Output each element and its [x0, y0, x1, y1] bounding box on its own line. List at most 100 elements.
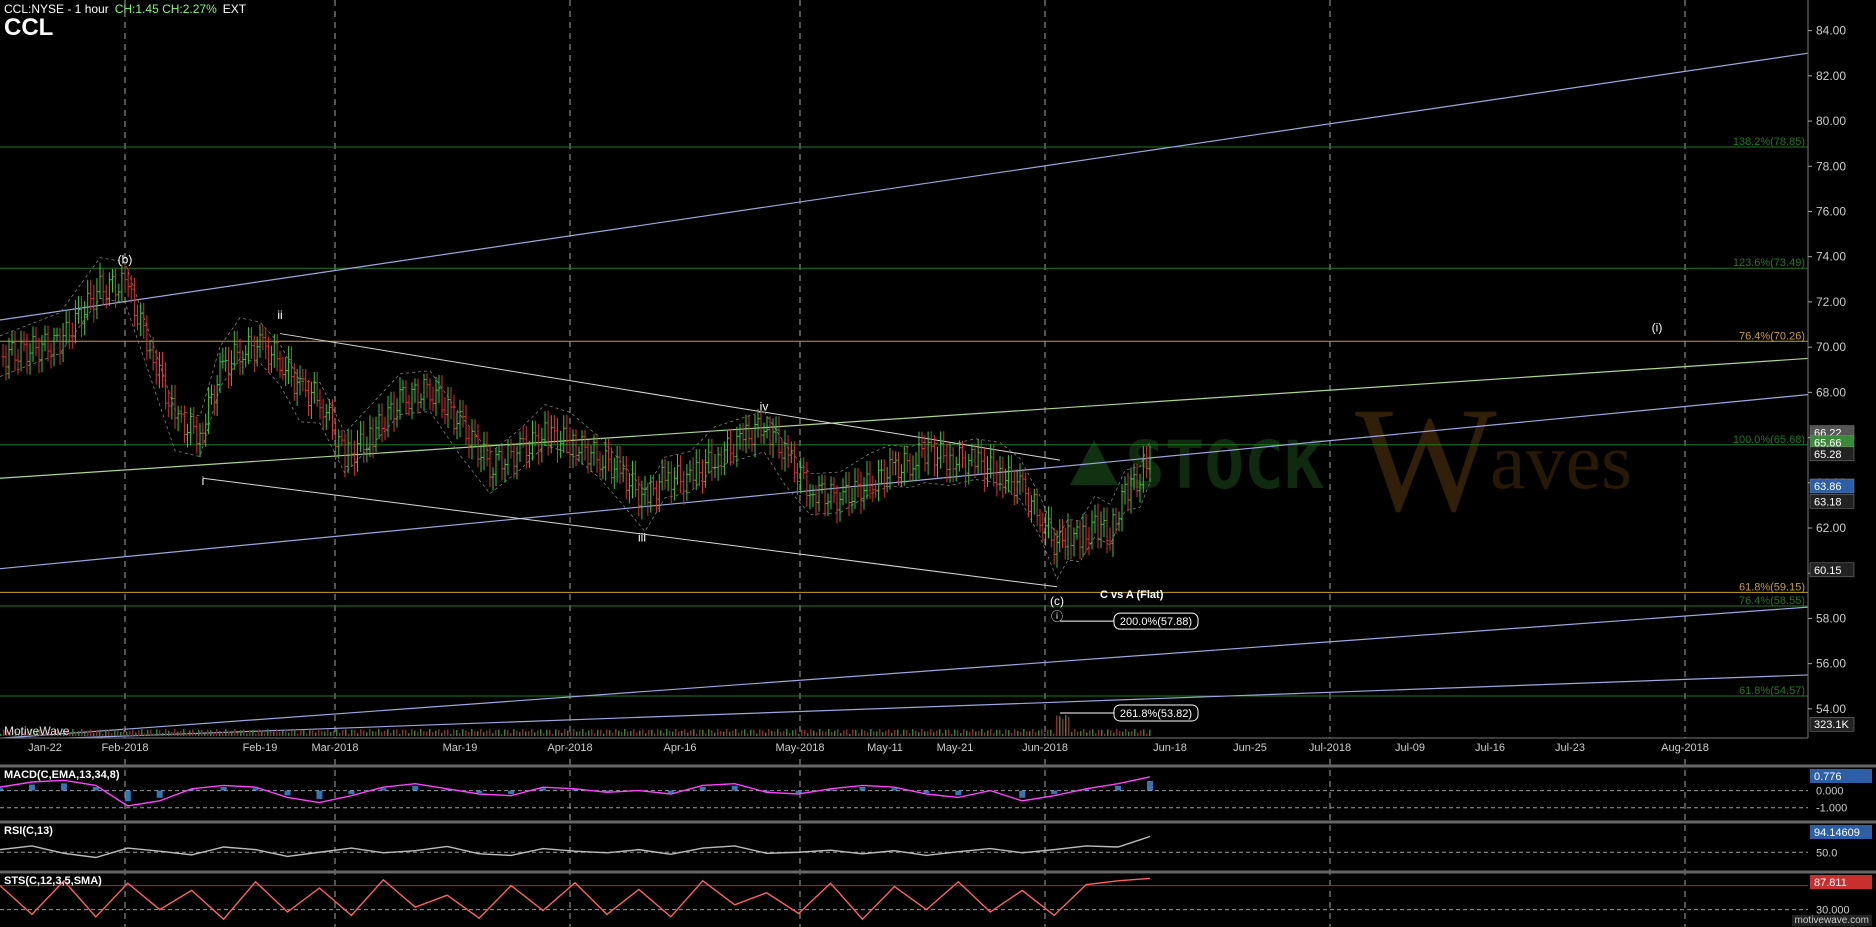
volume-bar — [162, 732, 164, 736]
indicator-badge-label: 94.14609 — [1814, 827, 1860, 839]
volume-bar — [420, 729, 422, 736]
volume-bar — [249, 729, 251, 736]
volume-bar — [1137, 732, 1139, 736]
volume-bar — [198, 729, 200, 736]
volume-bar — [660, 730, 662, 736]
volume-bar — [759, 729, 761, 736]
volume-bar — [570, 731, 572, 736]
volume-bar — [765, 732, 767, 736]
volume-bar — [438, 729, 440, 736]
volume-bar — [864, 730, 866, 736]
volume-bar — [777, 729, 779, 736]
volume-bar — [621, 731, 623, 736]
volume-bar — [855, 729, 857, 736]
watermark-aves: aves — [1490, 418, 1632, 506]
price-badge-label: 323.1K — [1814, 719, 1850, 731]
volume-bar — [501, 733, 503, 736]
volume-bar — [252, 729, 254, 736]
indicator-tick-label: -1.000 — [1816, 803, 1847, 815]
fib-level-label: 61.8%(59.15) — [1739, 581, 1805, 593]
price-tick-label: 54.00 — [1816, 702, 1846, 716]
volume-bar — [1101, 729, 1103, 736]
volume-bar — [558, 730, 560, 736]
volume-bar — [387, 729, 389, 736]
volume-bar — [546, 729, 548, 736]
volume-bar — [1086, 732, 1088, 736]
volume-bar — [321, 731, 323, 736]
volume-bar — [498, 729, 500, 736]
volume-bar — [411, 729, 413, 736]
volume-bar — [939, 729, 941, 736]
volume-bar — [564, 729, 566, 736]
volume-bar — [810, 729, 812, 736]
volume-bar — [1020, 732, 1022, 736]
volume-bar — [390, 732, 392, 736]
volume-bar — [237, 732, 239, 736]
price-tick-label: 68.00 — [1816, 385, 1846, 399]
volume-bar — [432, 732, 434, 736]
volume-bar — [786, 729, 788, 736]
volume-bar — [873, 731, 875, 736]
volume-bar — [117, 730, 119, 736]
platform-url[interactable]: motivewave.com — [1791, 915, 1872, 926]
watermark-w: W — [1355, 377, 1497, 543]
volume-bar — [483, 732, 485, 736]
session-label: EXT — [222, 2, 247, 16]
volume-bar — [1134, 729, 1136, 736]
volume-bar — [996, 729, 998, 736]
time-tick-label: Aug-2018 — [1661, 742, 1709, 754]
volume-bar — [147, 729, 149, 736]
volume-bar — [963, 729, 965, 736]
volume-bar — [687, 732, 689, 736]
volume-bar — [912, 729, 914, 736]
volume-bar — [150, 729, 152, 736]
volume-bar — [600, 729, 602, 736]
volume-bar — [87, 730, 89, 736]
volume-bar — [480, 729, 482, 736]
volume-bar — [606, 729, 608, 736]
volume-bar — [768, 729, 770, 736]
volume-bar — [969, 732, 971, 736]
time-tick-label: Apr-2018 — [547, 742, 592, 754]
volume-bar — [189, 730, 191, 736]
volume-bar — [174, 729, 176, 736]
indicator-title: STS(C,12,3,5,SMA) — [4, 875, 102, 887]
volume-bar — [735, 729, 737, 736]
volume-bar — [1149, 729, 1151, 736]
volume-bar — [657, 729, 659, 736]
volume-bar — [222, 731, 224, 736]
volume-bar — [261, 730, 263, 736]
volume-bar — [1062, 718, 1064, 736]
volume-bar — [702, 729, 704, 736]
volume-bar — [1140, 730, 1142, 736]
volume-bar — [1077, 731, 1079, 736]
price-tick-label: 72.00 — [1816, 295, 1846, 309]
volume-bar — [225, 729, 227, 736]
volume-bar — [180, 731, 182, 736]
volume-bar — [216, 729, 218, 736]
volume-bar — [960, 733, 962, 736]
volume-bar — [624, 729, 626, 736]
volume-bar — [90, 729, 92, 736]
volume-bar — [585, 732, 587, 736]
volume-bar — [1065, 715, 1067, 736]
volume-bar — [393, 730, 395, 736]
volume-bar — [267, 729, 269, 736]
price-badge-label: 63.86 — [1814, 481, 1842, 493]
volume-bar — [753, 729, 755, 736]
volume-bar — [78, 731, 80, 736]
volume-bar — [876, 731, 878, 736]
volume-bar — [552, 733, 554, 736]
volume-bar — [936, 730, 938, 736]
volume-bar — [1047, 729, 1049, 736]
volume-bar — [300, 729, 302, 736]
wave-label: iii — [638, 531, 646, 545]
volume-bar — [1092, 729, 1094, 736]
volume-bar — [1050, 729, 1052, 736]
volume-bar — [654, 733, 656, 736]
volume-bar — [504, 729, 506, 736]
volume-bar — [381, 732, 383, 736]
volume-bar — [771, 731, 773, 736]
volume-bar — [153, 733, 155, 736]
volume-bar — [453, 729, 455, 736]
